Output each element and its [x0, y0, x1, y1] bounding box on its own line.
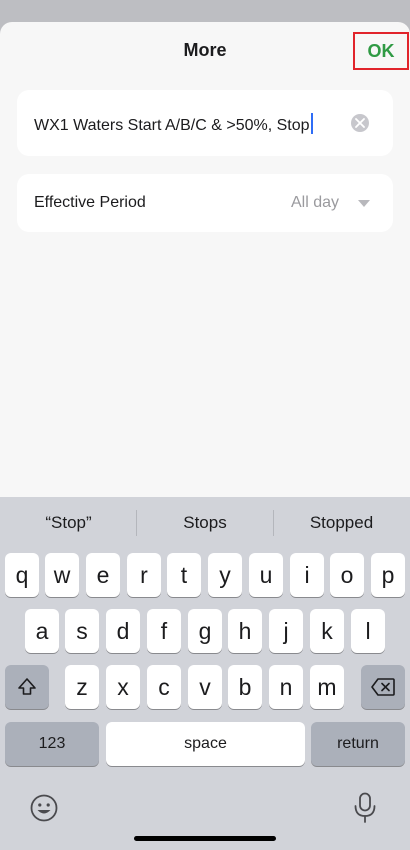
key-l[interactable]: l	[351, 609, 385, 653]
key-e[interactable]: e	[86, 553, 120, 597]
page-title: More	[183, 40, 227, 60]
clear-text-icon[interactable]	[351, 114, 369, 132]
microphone-icon[interactable]	[353, 792, 377, 824]
key-t[interactable]: t	[167, 553, 201, 597]
numbers-key[interactable]: 123	[5, 722, 99, 766]
key-b[interactable]: b	[228, 665, 262, 709]
key-z[interactable]: z	[65, 665, 99, 709]
key-u[interactable]: u	[249, 553, 283, 597]
key-a[interactable]: a	[25, 609, 59, 653]
backspace-key[interactable]	[361, 665, 405, 709]
suggestion-1[interactable]: “Stop”	[0, 513, 137, 533]
nav-bar: More OK	[0, 22, 410, 80]
key-g[interactable]: g	[188, 609, 222, 653]
space-key[interactable]: space	[106, 722, 305, 766]
emoji-icon[interactable]	[30, 794, 58, 822]
effective-period-label: Effective Period	[34, 194, 146, 211]
key-k[interactable]: k	[310, 609, 344, 653]
key-s[interactable]: s	[65, 609, 99, 653]
name-input[interactable]: WX1 Waters Start A/B/C & >50%, Stop	[34, 113, 313, 135]
home-indicator	[134, 836, 276, 841]
text-caret	[310, 113, 313, 134]
key-w[interactable]: w	[45, 553, 79, 597]
suggestion-bar: “Stop” Stops Stopped	[0, 497, 410, 547]
suggestion-2[interactable]: Stops	[137, 513, 273, 533]
backspace-icon	[371, 678, 395, 696]
key-q[interactable]: q	[5, 553, 39, 597]
name-input-value: WX1 Waters Start A/B/C & >50%, Stop	[34, 117, 310, 134]
ok-button[interactable]: OK	[353, 32, 409, 70]
suggestion-3[interactable]: Stopped	[273, 513, 410, 533]
key-p[interactable]: p	[371, 553, 405, 597]
shift-key[interactable]	[5, 665, 49, 709]
key-r[interactable]: r	[127, 553, 161, 597]
key-y[interactable]: y	[208, 553, 242, 597]
key-d[interactable]: d	[106, 609, 140, 653]
return-key[interactable]: return	[311, 722, 405, 766]
effective-period-value[interactable]: All day	[291, 194, 339, 212]
key-o[interactable]: o	[330, 553, 364, 597]
effective-period-row[interactable]: Effective Period All day	[17, 174, 393, 232]
key-c[interactable]: c	[147, 665, 181, 709]
key-h[interactable]: h	[228, 609, 262, 653]
key-i[interactable]: i	[290, 553, 324, 597]
key-v[interactable]: v	[188, 665, 222, 709]
key-x[interactable]: x	[106, 665, 140, 709]
name-field-card[interactable]: WX1 Waters Start A/B/C & >50%, Stop	[17, 90, 393, 156]
key-n[interactable]: n	[269, 665, 303, 709]
key-f[interactable]: f	[147, 609, 181, 653]
dropdown-triangle-icon[interactable]	[358, 200, 370, 207]
key-m[interactable]: m	[310, 665, 344, 709]
key-j[interactable]: j	[269, 609, 303, 653]
shift-icon	[18, 678, 36, 695]
